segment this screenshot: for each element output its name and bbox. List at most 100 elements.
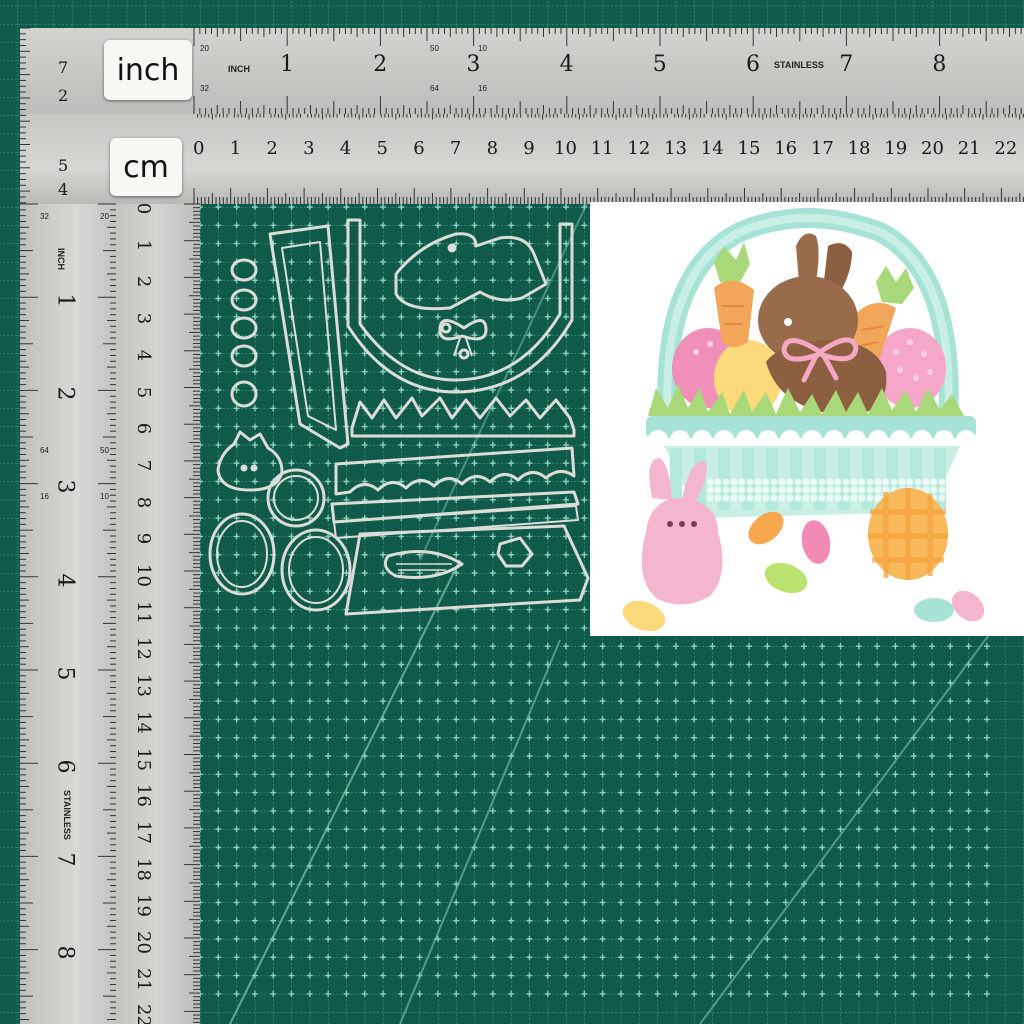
die-basket-front [344,524,590,616]
die-basket-handle [346,218,574,394]
die-tulip [496,536,534,568]
left-cm-number: 10 [132,564,154,587]
top-cm-number: 22 [994,138,1018,159]
top-cm-number: 1 [229,138,242,159]
left-cm-number: 18 [132,857,154,881]
left-inch-small-mark: 50 [100,446,109,455]
easter-basket-illustration [622,208,985,632]
top-cm-number: 16 [774,138,798,159]
left-cm-number: 20 [132,931,154,954]
left-cm-number: 16 [132,784,154,808]
die-circle-ring-inner [273,475,319,521]
left-inch-small-mark: 20 [100,212,109,221]
finished-card-panel [590,202,1024,636]
top-cm-number: 13 [664,138,687,159]
left-cm-number: 15 [132,747,154,771]
die-bunny-eye [447,243,457,253]
left-cm-number: 17 [132,820,154,844]
top-inch-number: 4 [559,52,574,77]
jelly-bean [764,562,808,594]
left-inch-small-mark: 32 [40,212,49,221]
left-cm-number: 7 [133,459,155,472]
top-cm-number: 17 [810,138,834,159]
top-cm-number: 7 [449,138,462,159]
top-cm-number: 0 [193,138,205,159]
top-cm-number: 12 [627,138,651,159]
inch-label-card: inch [104,40,192,100]
top-cm-number: 14 [700,138,724,159]
die-bow [438,319,488,360]
top-inch-number: 7 [839,52,854,77]
left-inch-number: 5 [52,666,78,681]
corner-number: 5 [58,156,69,175]
die-egg-oval [280,528,352,612]
die-carrot-lines [396,563,452,571]
corner-number: 7 [58,58,69,77]
left-cm-number: 12 [132,637,154,661]
metal-cutting-dies [208,218,590,616]
left-cm-number: 22 [132,1004,154,1024]
top-inch-small-mark: 16 [478,84,487,93]
top-inch-number: 6 [746,52,760,77]
die-circle-ring [266,468,326,528]
die-peep-eye [240,464,248,472]
left-inch-number: 8 [52,945,78,960]
top-cm-number: 8 [486,138,499,159]
left-inch-number: 7 [52,852,78,867]
top-cm-number: 11 [590,138,614,159]
top-inch-number: 5 [652,52,667,77]
left-inch-number: 6 [52,759,78,774]
top-cm-number: 4 [339,138,352,159]
top-inch-small-mark: 50 [430,44,439,53]
left-cm-number: 4 [133,349,155,362]
top-cm-number: 10 [554,138,577,159]
left-inch-unit-label: INCH [56,248,66,270]
die-band-strip [330,490,580,524]
top-cm-number: 3 [303,138,315,159]
die-chocolate-bunny [394,232,548,311]
left-cm-number: 13 [132,674,154,698]
left-cm-number: 21 [132,967,154,991]
jelly-bean [801,520,831,564]
top-cm-number: 18 [847,138,871,159]
top-inch-small-mark: 32 [200,84,209,93]
jelly-bean [622,600,666,632]
left-cm-number: 2 [133,276,155,288]
left-cm-number: 9 [133,533,155,545]
left-inch-small-mark: 10 [100,492,109,501]
left-cm-number: 11 [132,600,154,624]
orange-plaid-egg [868,488,948,580]
top-inch-unit-label: INCH [228,64,250,74]
jelly-bean [914,598,954,622]
top-cm-number: 20 [921,138,944,159]
corner-number: 2 [58,86,69,105]
die-oval-chain [230,258,258,408]
die-basket-side-frame [268,224,350,450]
cm-label-card: cm [110,138,182,196]
left-cm-number: 0 [133,202,155,215]
die-egg-oval-inner [216,520,268,588]
left-cm-number: 19 [132,894,154,918]
top-cm-number: 6 [413,138,425,159]
die-scalloped-border [334,446,576,496]
left-cm-number: 1 [133,239,155,251]
top-cm-number: 21 [957,138,981,159]
top-inch-number: 8 [932,52,947,77]
die-grass-border [350,396,576,438]
left-cm-number: 5 [133,386,155,398]
left-cm-number: 6 [133,422,155,435]
top-inch-small-mark: 20 [200,44,209,53]
photo-scene: INCH STAINLESS 20 32 50 64 10 16 1234567… [0,0,1024,1024]
top-inch-number: 2 [373,52,388,77]
left-inch-number: 2 [52,386,78,401]
top-cm-number: 15 [737,138,761,159]
left-inch-small-mark: 16 [40,492,49,501]
top-inch-number: 3 [466,52,481,77]
top-cm-number: 5 [376,138,388,159]
top-cm-number: 9 [523,138,535,159]
left-inch-number: 4 [52,573,78,588]
left-cm-number: 14 [132,710,154,734]
corner-number: 4 [58,180,69,199]
left-inch-number: 1 [52,293,78,308]
top-inch-number: 1 [280,52,294,77]
